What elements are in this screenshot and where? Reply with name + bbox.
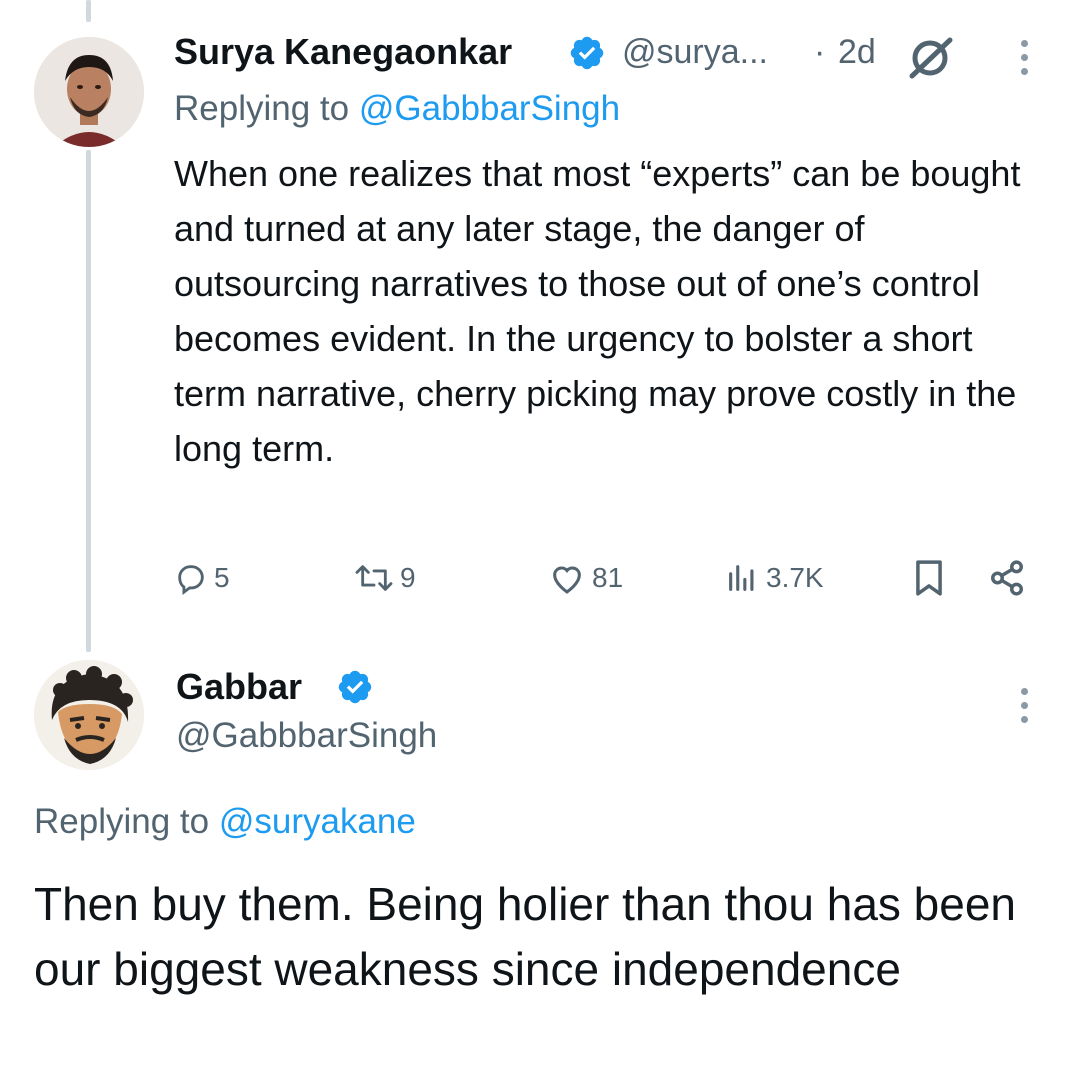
share-icon (991, 560, 1023, 596)
reply-button[interactable]: 5 (174, 556, 230, 600)
reply-replying-to: Replying to @GabbbarSingh (174, 89, 620, 129)
replying-handle-link[interactable]: @suryakane (219, 802, 416, 841)
reply-author-name[interactable]: Surya Kanegaonkar (174, 31, 512, 73)
reply-icon (178, 565, 204, 595)
views-button[interactable]: 3.7K (724, 556, 824, 600)
replying-prefix: Replying to (174, 89, 350, 128)
repost-count: 9 (400, 562, 416, 593)
share-button[interactable] (988, 556, 1026, 600)
repost-icon (355, 565, 393, 591)
main-author-handle[interactable]: @GabbbarSingh (176, 716, 437, 756)
bookmark-button[interactable] (912, 556, 946, 600)
views-count: 3.7K (766, 562, 824, 593)
avatar-gabbar[interactable] (34, 660, 144, 770)
reply-body: When one realizes that most “experts” ca… (174, 153, 1021, 469)
thread-line-connector (86, 150, 91, 652)
reply-count: 5 (214, 562, 230, 593)
verified-badge-icon (568, 34, 606, 72)
replying-prefix: Replying to (34, 802, 210, 841)
repost-button[interactable]: 9 (354, 556, 416, 600)
views-icon (729, 565, 754, 591)
like-icon (553, 566, 581, 594)
main-more-icon[interactable] (1018, 688, 1030, 730)
like-count: 81 (592, 562, 624, 593)
thread-line-top (86, 0, 91, 22)
main-replying-to: Replying to @suryakane (34, 802, 416, 842)
like-button[interactable]: 81 (548, 556, 623, 600)
main-author-name[interactable]: Gabbar (176, 666, 302, 708)
main-body: Then buy them. Being holier than thou ha… (34, 878, 1017, 995)
reply-separator: · (814, 33, 826, 71)
verified-badge-icon (336, 668, 374, 706)
reply-author-handle[interactable]: @surya... (622, 33, 768, 72)
replying-handle-link[interactable]: @GabbbarSingh (359, 89, 620, 128)
avatar-surya[interactable] (34, 37, 144, 147)
reply-time[interactable]: 2d (838, 33, 876, 72)
bookmark-icon (916, 560, 942, 596)
grok-icon[interactable] (906, 36, 956, 80)
reply-more-icon[interactable] (1018, 40, 1030, 82)
